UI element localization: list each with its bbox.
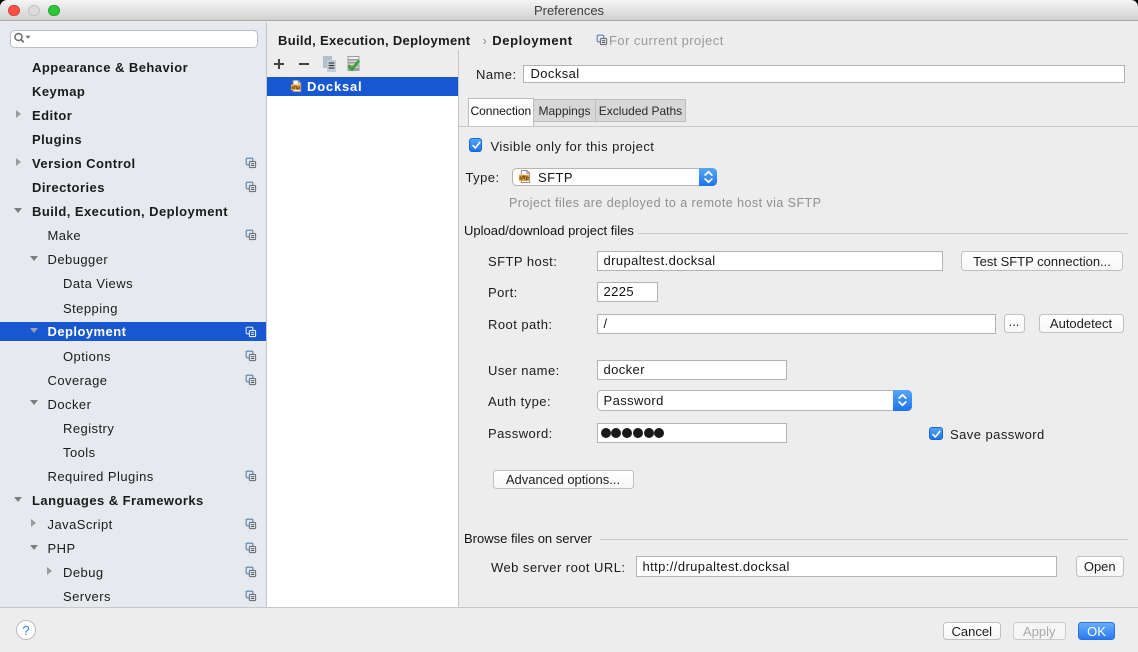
svg-text:sftp: sftp	[519, 176, 529, 182]
svg-text:sftp: sftp	[291, 85, 300, 91]
